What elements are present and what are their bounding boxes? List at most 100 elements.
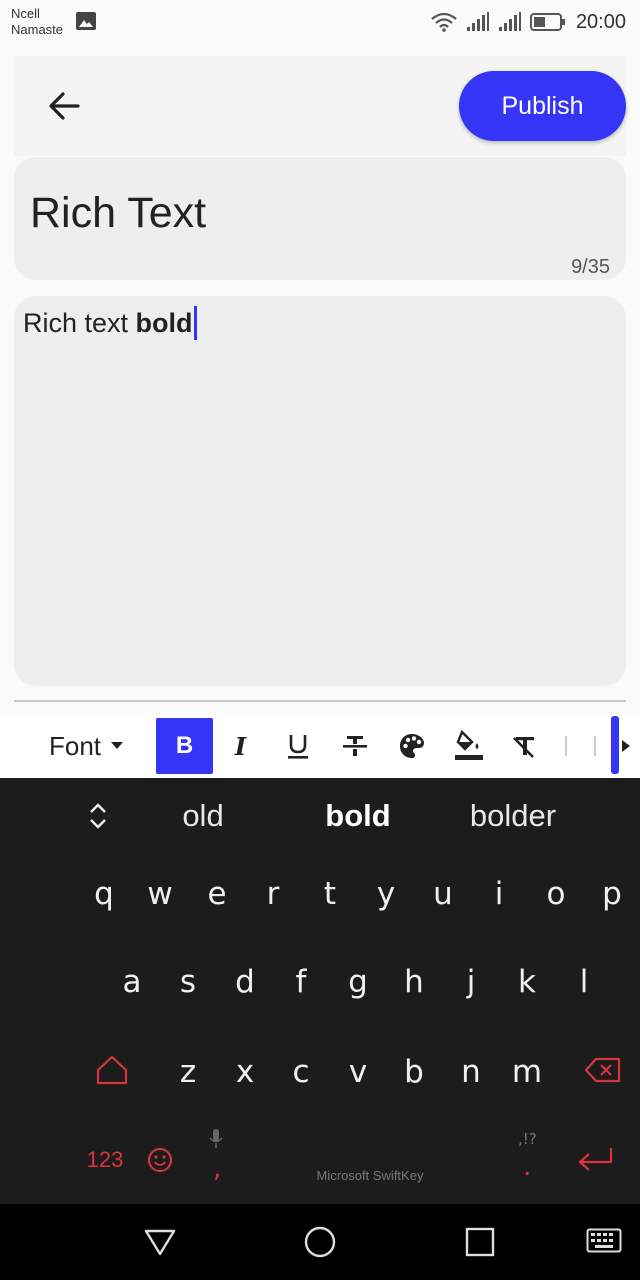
- toolbar-separator: [594, 736, 596, 756]
- key-j[interactable]: j: [446, 952, 496, 1012]
- strikethrough-icon: [342, 736, 367, 756]
- title-input-value: Rich Text: [30, 189, 207, 237]
- key-h[interactable]: h: [389, 952, 439, 1012]
- key-s[interactable]: s: [163, 952, 213, 1012]
- font-dropdown[interactable]: Font: [49, 730, 124, 762]
- smiley-icon: [148, 1148, 172, 1172]
- comma-key[interactable]: ,: [192, 1122, 242, 1194]
- background-color-button[interactable]: [440, 718, 497, 774]
- chevron-up-down-icon: [90, 803, 106, 829]
- nav-keyboard-button[interactable]: [584, 1222, 624, 1262]
- suggestion-2[interactable]: bold: [285, 792, 431, 840]
- enter-key[interactable]: [570, 1130, 620, 1190]
- clear-format-icon: [512, 737, 534, 758]
- keyboard-icon: [586, 1228, 622, 1253]
- toolbar-separator: [565, 736, 567, 756]
- underline-button[interactable]: [269, 718, 326, 774]
- key-t[interactable]: t: [305, 864, 355, 924]
- key-b[interactable]: b: [389, 1042, 439, 1102]
- signal-icon: [466, 12, 489, 31]
- key-x[interactable]: x: [220, 1042, 270, 1102]
- text-color-button[interactable]: [383, 718, 440, 774]
- bold-button[interactable]: B: [156, 718, 213, 774]
- space-bar[interactable]: [240, 1126, 502, 1194]
- key-n[interactable]: n: [446, 1042, 496, 1102]
- nav-home-button[interactable]: [300, 1222, 340, 1262]
- period-key[interactable]: ,!? .: [502, 1122, 552, 1194]
- key-l[interactable]: l: [559, 952, 609, 1012]
- key-z[interactable]: z: [163, 1042, 213, 1102]
- home-circle-icon: [304, 1226, 336, 1258]
- comma-label: ,: [213, 1154, 222, 1184]
- key-p[interactable]: p: [587, 864, 637, 924]
- editor-bold-text: bold: [135, 308, 193, 338]
- italic-icon: I: [234, 731, 247, 761]
- character-counter: 9/35: [571, 256, 610, 278]
- microphone-icon: [209, 1129, 223, 1148]
- publish-button[interactable]: Publish: [459, 71, 626, 141]
- font-dropdown-label: Font: [49, 730, 102, 761]
- chevron-right-icon[interactable]: [622, 740, 630, 752]
- fill-bucket-icon: [454, 730, 483, 760]
- punctuation-hint: ,!?: [518, 1130, 537, 1148]
- expand-toolbar-button[interactable]: [86, 798, 110, 834]
- back-triangle-icon: [144, 1229, 176, 1256]
- key-u[interactable]: u: [418, 864, 468, 924]
- enter-icon: [578, 1148, 613, 1171]
- shift-key[interactable]: [87, 1040, 137, 1100]
- system-navigation-bar: [0, 1204, 640, 1280]
- arrow-left-icon: [49, 92, 80, 120]
- key-q[interactable]: q: [79, 864, 129, 924]
- key-d[interactable]: d: [220, 952, 270, 1012]
- underline-icon: [287, 735, 308, 759]
- nav-recents-button[interactable]: [460, 1222, 500, 1262]
- status-time: 20:00: [575, 10, 626, 33]
- key-y[interactable]: y: [361, 864, 411, 924]
- back-button[interactable]: [44, 86, 84, 126]
- editor-content: Rich text bold: [23, 306, 197, 340]
- status-bar: Ncell Namaste 20:00: [0, 0, 640, 46]
- shift-icon: [96, 1055, 128, 1085]
- gallery-icon: [76, 12, 96, 30]
- rich-text-editor[interactable]: Rich text bold: [14, 296, 626, 686]
- swiftkey-keyboard: old bold bolder q w e r t y u i o p a s …: [0, 778, 640, 1204]
- numbers-key[interactable]: 123: [79, 1130, 131, 1190]
- key-o[interactable]: o: [531, 864, 581, 924]
- backspace-icon: [584, 1057, 621, 1083]
- italic-button[interactable]: I: [212, 718, 269, 774]
- key-r[interactable]: r: [248, 864, 298, 924]
- key-v[interactable]: v: [333, 1042, 383, 1102]
- nav-back-button[interactable]: [140, 1222, 180, 1262]
- swiftkey-brand-label: Microsoft SwiftKey: [316, 1168, 424, 1183]
- app-bar: Publish: [14, 56, 626, 156]
- key-i[interactable]: i: [474, 864, 524, 924]
- key-f[interactable]: f: [276, 952, 326, 1012]
- editor-plain-text: Rich text: [23, 308, 136, 338]
- key-e[interactable]: e: [192, 864, 242, 924]
- key-m[interactable]: m: [502, 1042, 552, 1102]
- key-g[interactable]: g: [333, 952, 383, 1012]
- strikethrough-button[interactable]: [326, 718, 383, 774]
- period-label: .: [523, 1152, 532, 1182]
- formatting-toolbar: Font B I: [0, 714, 640, 778]
- divider: [14, 700, 626, 702]
- key-c[interactable]: c: [276, 1042, 326, 1102]
- title-field[interactable]: Rich Text 9/35: [14, 157, 626, 280]
- key-w[interactable]: w: [135, 864, 185, 924]
- caret-down-icon: [111, 742, 124, 749]
- status-icons: 20:00: [430, 10, 626, 34]
- palette-icon: [399, 734, 424, 758]
- toolbar-scroll-indicator[interactable]: [611, 716, 619, 774]
- clear-format-button[interactable]: [495, 718, 552, 774]
- emoji-key[interactable]: [135, 1130, 185, 1190]
- suggestion-3[interactable]: bolder: [440, 792, 586, 840]
- key-k[interactable]: k: [502, 952, 552, 1012]
- carrier-line-1: Ncell: [11, 6, 40, 21]
- bold-icon: B: [175, 732, 194, 759]
- carrier-label: Ncell Namaste: [11, 6, 63, 38]
- key-a[interactable]: a: [107, 952, 157, 1012]
- carrier-line-2: Namaste: [11, 22, 64, 37]
- battery-icon: [529, 13, 565, 31]
- suggestion-1[interactable]: old: [130, 792, 276, 840]
- backspace-key[interactable]: [578, 1040, 628, 1100]
